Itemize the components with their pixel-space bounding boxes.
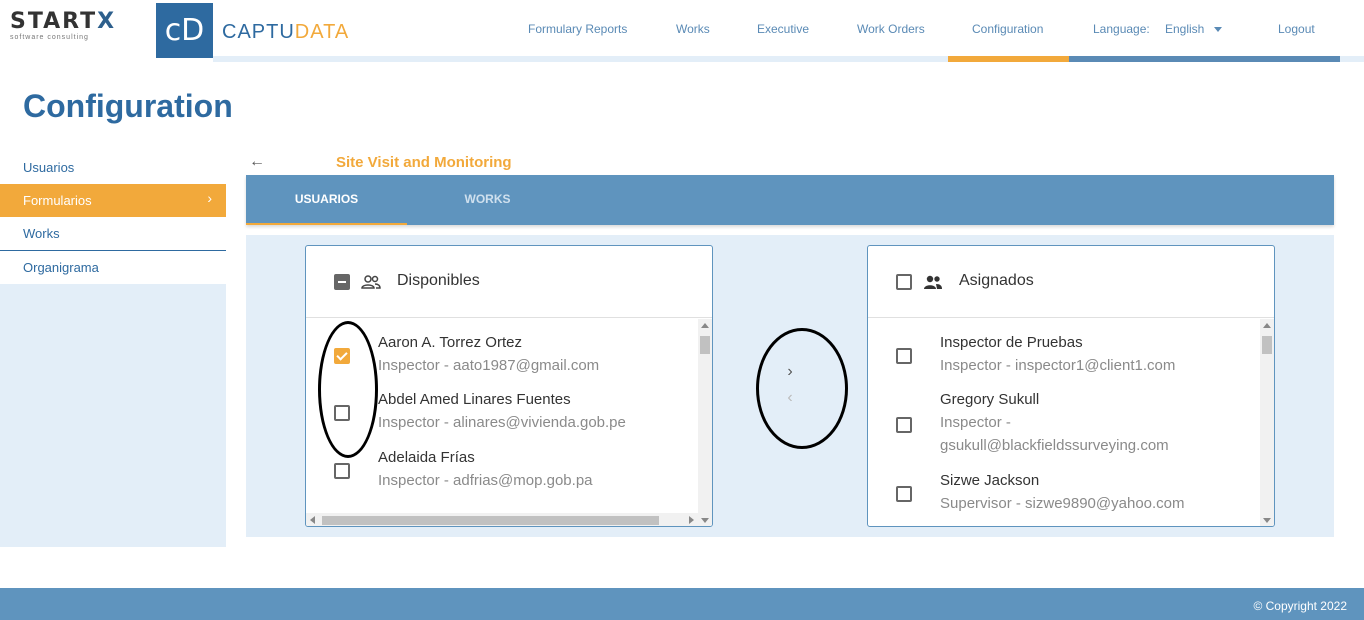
item-name: Abdel Amed Linares Fuentes [378,391,571,408]
annotation-ellipse-transfer [756,328,848,449]
scroll-right-icon[interactable] [689,516,694,524]
item-checkbox[interactable] [896,486,912,502]
language-label: Language: [1093,22,1150,36]
assigned-list-body: Inspector de Pruebas Inspector - inspect… [868,319,1274,526]
item-name: Inspector de Pruebas [940,334,1083,351]
horizontal-scrollbar[interactable] [306,513,698,526]
app-header: STARTX software consulting cD CAPTUDATA … [0,0,1364,62]
sidebar-item-organigrama[interactable]: Organigrama [0,251,226,284]
available-list-title: Disponibles [397,272,480,289]
startx-tagline: software consulting [10,34,89,41]
back-arrow-icon[interactable]: ← [249,153,265,171]
startx-logo: STARTX software consulting [10,10,150,46]
item-detail: Inspector - [940,414,1011,431]
page-title: Configuration [23,88,233,124]
scroll-left-icon[interactable] [310,516,315,524]
tab-usuarios[interactable]: USUARIOS [246,175,407,225]
sidebar-background [0,284,226,547]
item-detail: Inspector - adfrias@mop.gob.pa [378,472,593,489]
caret-down-icon [1214,27,1223,33]
vertical-scrollbar[interactable] [1260,319,1274,526]
scroll-down-icon[interactable] [1263,518,1271,523]
sidebar-item-label: Formularios [23,193,92,208]
footer: © Copyright 2022 [0,588,1364,620]
captudata-logo-mark: cD [156,3,213,58]
item-detail: Supervisor - sizwe9890@yahoo.com [940,495,1185,512]
header-accent-bar [1069,56,1340,62]
copyright-text: © Copyright 2022 [1253,599,1347,613]
scroll-up-icon[interactable] [701,323,709,328]
chevron-right-icon: › [207,190,212,206]
nav-active-indicator [948,56,1069,62]
assigned-list-header: Asignados [868,246,1274,318]
captudata-logo-accent: DATA [294,21,350,43]
sidebar-item-label: Works [23,226,60,241]
language-select[interactable]: English [1165,22,1223,36]
scroll-thumb[interactable] [1262,336,1272,354]
annotation-ellipse-checkboxes [318,321,378,458]
tab-works[interactable]: WORKS [407,175,568,225]
sidebar-item-label: Usuarios [23,160,75,175]
section-title: Site Visit and Monitoring [336,154,512,171]
nav-configuration[interactable]: Configuration [972,22,1043,36]
item-name: Gregory Sukull [940,391,1040,408]
item-name: Adelaida Frías [378,449,475,466]
item-checkbox[interactable] [334,463,350,479]
vertical-scrollbar[interactable] [698,319,712,526]
scroll-down-icon[interactable] [701,518,709,523]
sidebar-item-usuarios[interactable]: Usuarios [0,151,226,184]
language-value: English [1165,22,1205,36]
item-detail-line2: gsukull@blackfieldssurveying.com [940,437,1169,454]
sidebar-item-works[interactable]: Works [0,217,226,250]
sidebar-item-label: Organigrama [23,260,99,275]
select-all-assigned-checkbox[interactable] [896,274,912,290]
item-checkbox[interactable] [896,348,912,364]
nav-formulary-reports[interactable]: Formulary Reports [528,22,627,36]
item-detail: Inspector - aato1987@gmail.com [378,357,600,374]
people-outline-icon [361,275,381,289]
people-icon [924,275,942,289]
scroll-up-icon[interactable] [1263,323,1271,328]
scroll-thumb[interactable] [322,516,659,525]
item-checkbox[interactable] [896,417,912,433]
startx-logo-text: START [10,9,98,34]
nav-work-orders[interactable]: Work Orders [857,22,925,36]
scroll-thumb[interactable] [700,336,710,354]
item-detail: Inspector - alinares@vivienda.gob.pe [378,414,626,431]
nav-executive[interactable]: Executive [757,22,809,36]
tabs-bar: USUARIOS WORKS [246,175,1334,225]
assigned-list: Asignados Inspector de Pruebas Inspector… [867,245,1275,527]
item-detail: Inspector - inspector1@client1.com [940,357,1176,374]
startx-logo-accent: X [97,9,117,34]
nav-works[interactable]: Works [676,22,710,36]
select-all-available-checkbox[interactable] [334,274,350,290]
item-name: Aaron A. Torrez Ortez [378,334,522,351]
captudata-logo-text: CAPTUDATA [222,20,349,44]
sidebar-item-formularios[interactable]: Formularios › [0,184,226,217]
item-name: Sizwe Jackson [940,472,1040,489]
available-list-header: Disponibles [306,246,712,318]
captudata-logo-main: CAPTU [222,21,295,43]
logout-link[interactable]: Logout [1278,22,1315,36]
assigned-list-title: Asignados [959,272,1034,289]
